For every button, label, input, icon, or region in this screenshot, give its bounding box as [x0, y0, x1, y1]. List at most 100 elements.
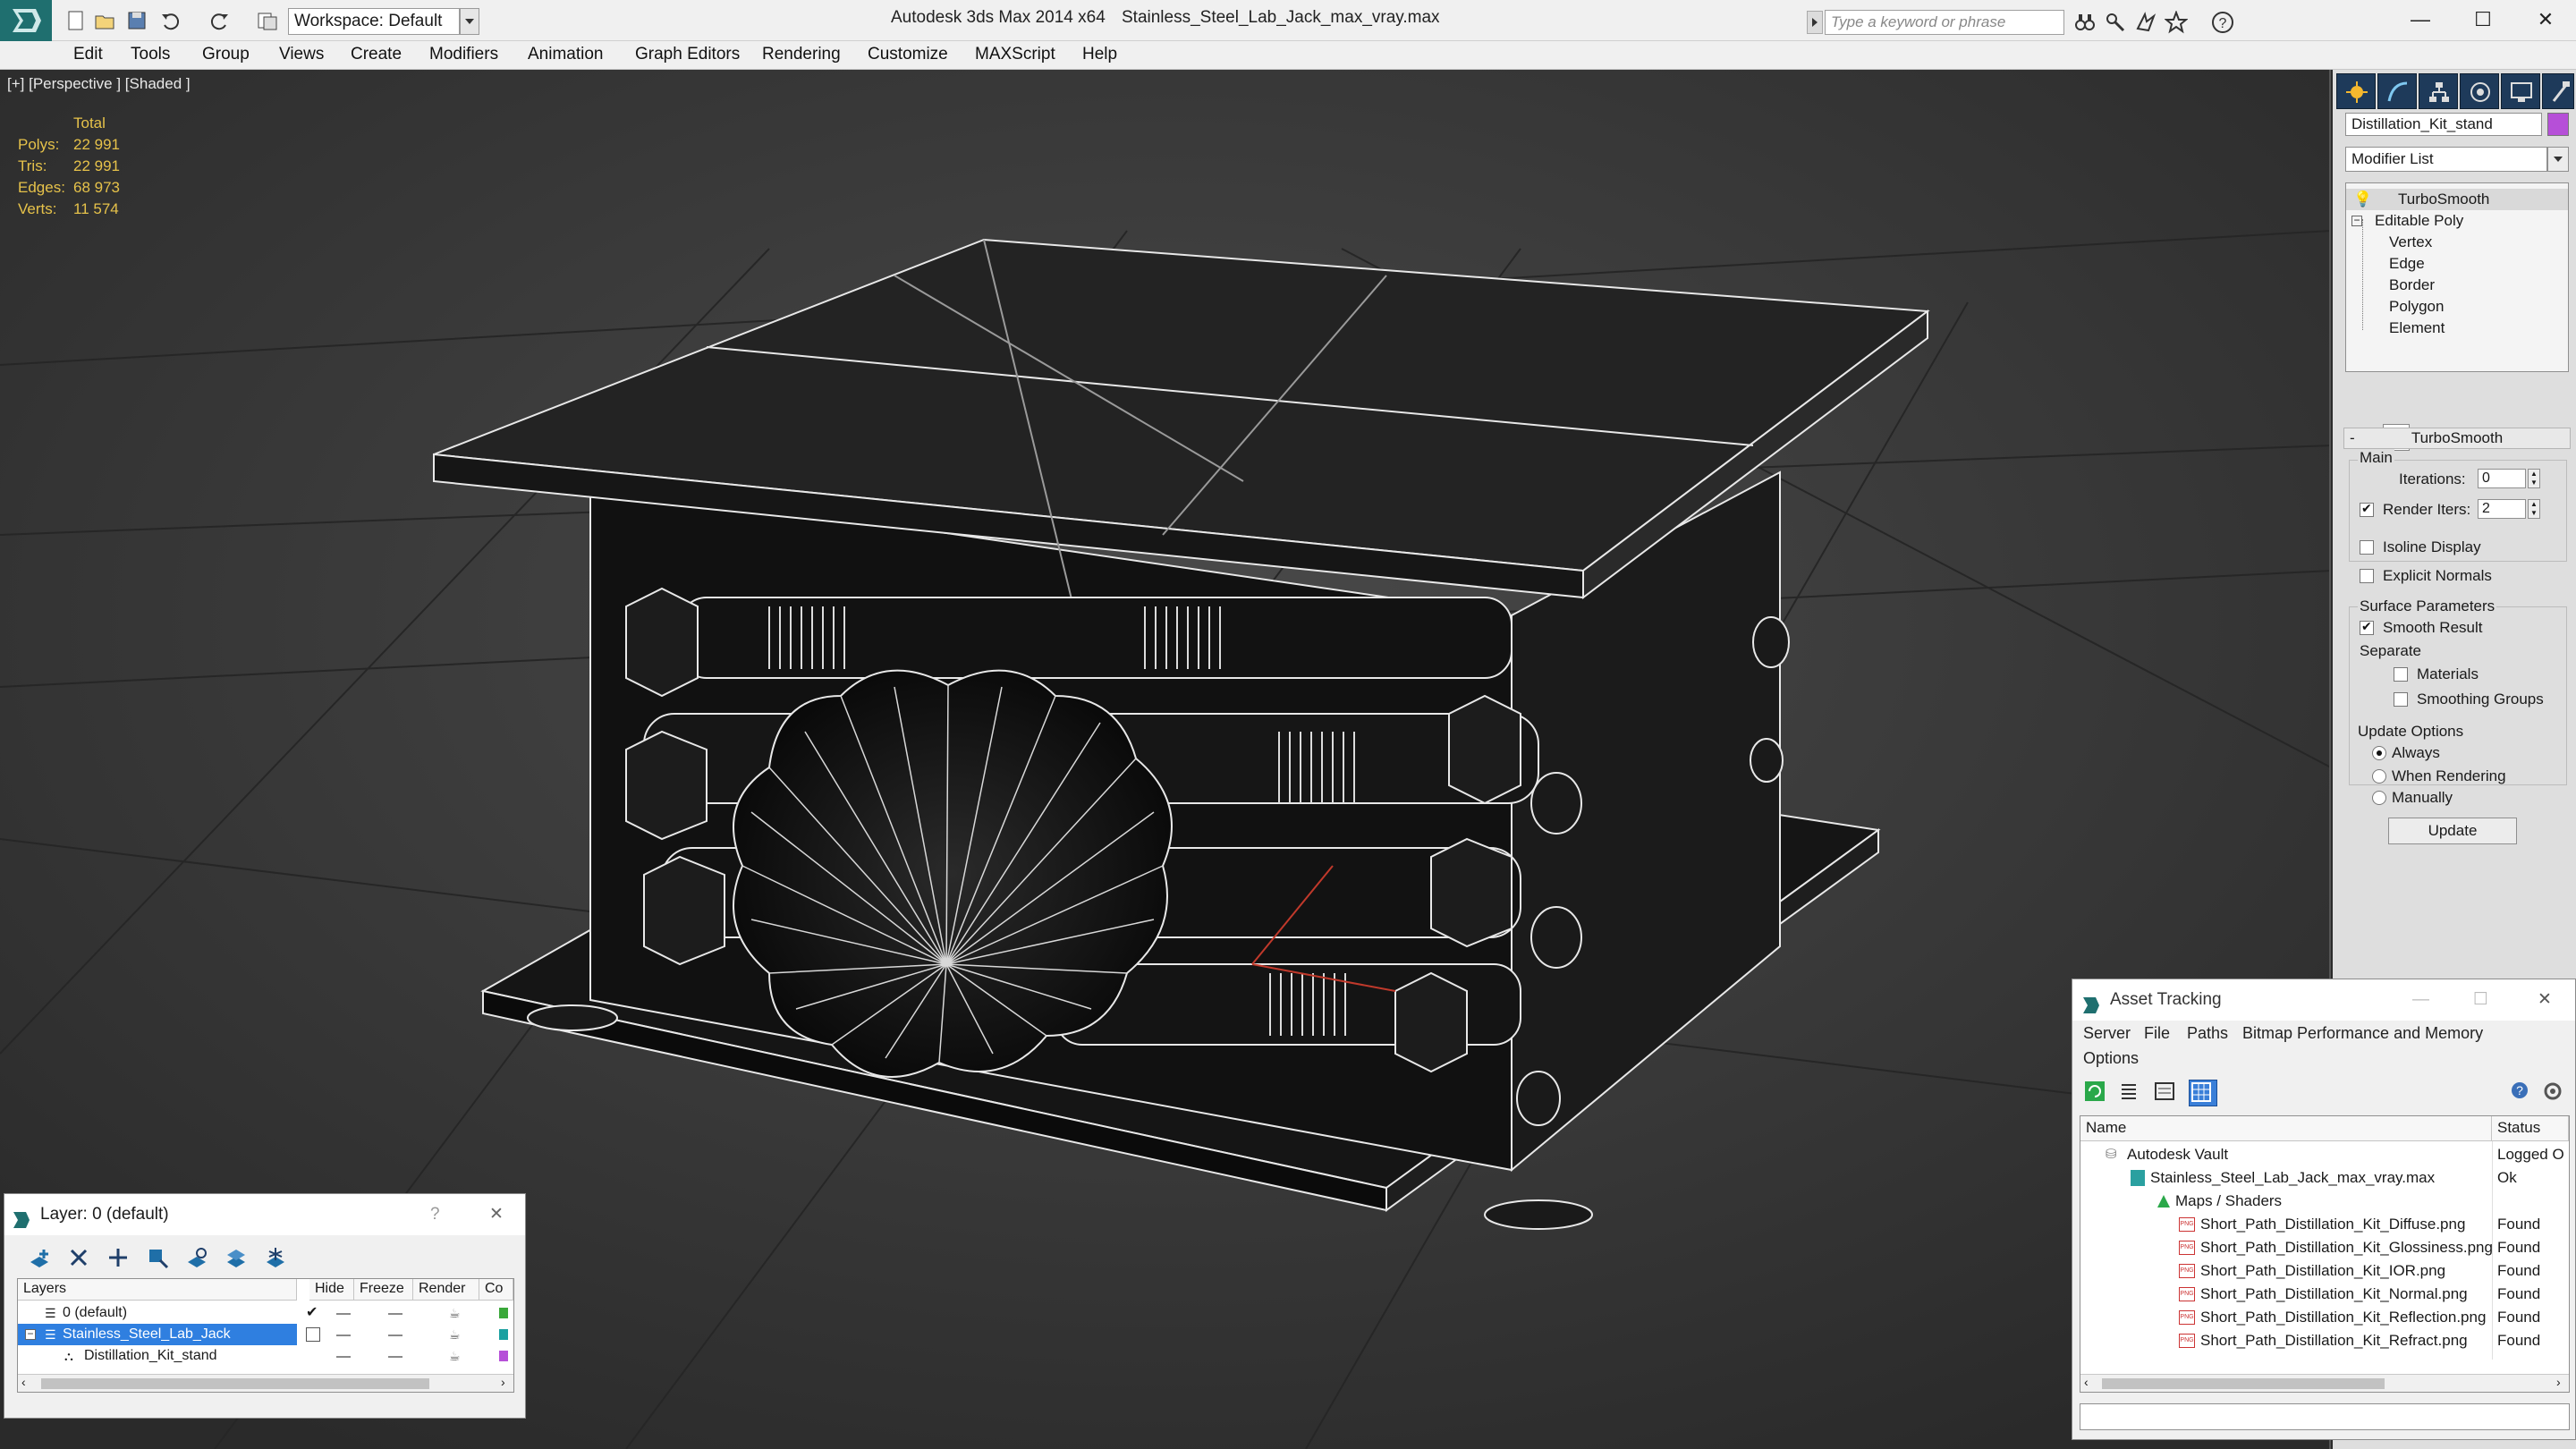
maximize-button[interactable]: ☐	[2473, 979, 2488, 1021]
render-column-header[interactable]: Render	[413, 1279, 479, 1301]
status-column-header[interactable]: Status	[2492, 1116, 2569, 1141]
menu-rendering[interactable]: Rendering	[762, 45, 841, 64]
undo-icon[interactable]	[159, 9, 182, 32]
stack-item-editable-poly[interactable]: − Editable Poly	[2346, 210, 2568, 232]
tree-view-icon[interactable]	[2153, 1080, 2182, 1106]
freeze-toggle[interactable]	[388, 1356, 402, 1358]
redo-icon[interactable]	[208, 9, 231, 32]
minimize-button[interactable]: —	[2402, 5, 2438, 34]
menu-group[interactable]: Group	[202, 45, 250, 64]
menu-paths[interactable]: Paths	[2187, 1024, 2228, 1043]
when-rendering-radio[interactable]	[2372, 769, 2386, 784]
settings-icon[interactable]	[2541, 1080, 2570, 1106]
close-button[interactable]: ✕	[2528, 5, 2563, 34]
utilities-tab[interactable]	[2542, 73, 2574, 109]
list-view-icon[interactable]	[2117, 1080, 2146, 1106]
add-to-layer-icon[interactable]	[105, 1244, 133, 1271]
search-expand-icon[interactable]	[1807, 11, 1823, 34]
always-radio[interactable]	[2372, 746, 2386, 760]
refresh-icon[interactable]	[2083, 1080, 2112, 1106]
render-teapot-icon[interactable]: ☕	[449, 1302, 461, 1324]
collapse-minus-icon[interactable]: −	[2351, 215, 2362, 226]
hide-toggle[interactable]	[336, 1356, 351, 1358]
materials-checkbox[interactable]	[2394, 667, 2408, 682]
render-teapot-icon[interactable]: ☕	[449, 1345, 461, 1367]
asset-row[interactable]: ⛁ Autodesk Vault Logged O	[2080, 1143, 2569, 1166]
minimize-button[interactable]: —	[2412, 979, 2429, 1021]
spinner-arrows-icon[interactable]: ▲ ▼	[2528, 499, 2540, 519]
menu-file[interactable]: File	[2144, 1024, 2170, 1043]
asset-row[interactable]: Stainless_Steel_Lab_Jack_max_vray.max Ok	[2080, 1166, 2569, 1190]
menu-create[interactable]: Create	[351, 45, 402, 64]
scrollbar-thumb[interactable]	[2102, 1378, 2385, 1389]
menu-modifiers[interactable]: Modifiers	[429, 45, 498, 64]
motion-tab[interactable]	[2460, 73, 2499, 109]
asset-path-field[interactable]	[2080, 1403, 2570, 1430]
asset-row[interactable]: PNG Short_Path_Distillation_Kit_IOR.png …	[2080, 1259, 2569, 1283]
scroll-right-icon[interactable]: ›	[501, 1375, 505, 1389]
favorites-star-icon[interactable]	[2164, 10, 2189, 34]
menu-animation[interactable]: Animation	[528, 45, 604, 64]
freeze-unfreeze-icon[interactable]	[262, 1244, 291, 1271]
layer-row[interactable]: − ☰ Stainless_Steel_Lab_Jack ☕	[18, 1324, 513, 1345]
render-iters-checkbox[interactable]	[2360, 501, 2374, 517]
lightbulb-icon[interactable]: 💡	[2353, 189, 2372, 210]
object-name-field[interactable]: Distillation_Kit_stand	[2345, 113, 2542, 136]
horizontal-scrollbar[interactable]: ‹ ›	[18, 1374, 513, 1392]
hide-toggle[interactable]	[336, 1313, 351, 1315]
modify-tab[interactable]	[2377, 73, 2417, 109]
open-file-icon[interactable]	[93, 9, 116, 32]
layer-dialog-title-bar[interactable]: Layer: 0 (default) ? ✕	[4, 1194, 525, 1235]
delete-layer-icon[interactable]	[65, 1244, 94, 1271]
menu-options[interactable]: Options	[2083, 1049, 2139, 1068]
display-tab[interactable]	[2501, 73, 2540, 109]
close-button[interactable]: ✕	[489, 1194, 504, 1235]
scroll-right-icon[interactable]: ›	[2556, 1375, 2561, 1389]
hide-unhide-icon[interactable]	[223, 1244, 251, 1271]
asset-row[interactable]: PNG Short_Path_Distillation_Kit_Refract.…	[2080, 1329, 2569, 1352]
menu-graph-editors[interactable]: Graph Editors	[635, 45, 740, 64]
stack-item-polygon[interactable]: Polygon	[2346, 296, 2568, 318]
search-input[interactable]: Type a keyword or phrase	[1825, 10, 2064, 35]
freeze-toggle[interactable]	[388, 1335, 402, 1336]
stack-item-border[interactable]: Border	[2346, 275, 2568, 296]
save-file-icon[interactable]	[125, 9, 148, 32]
create-layer-icon[interactable]	[26, 1244, 55, 1271]
workspace-dropdown[interactable]: Workspace: Default	[288, 8, 460, 35]
chevron-down-icon[interactable]	[460, 8, 479, 35]
table-view-icon[interactable]	[2189, 1080, 2217, 1106]
active-layer-check-icon[interactable]: ✔	[306, 1302, 318, 1324]
modifier-stack[interactable]: 💡 TurboSmooth − Editable Poly Vertex Edg…	[2345, 182, 2569, 372]
hierarchy-tab[interactable]	[2419, 73, 2458, 109]
menu-customize[interactable]: Customize	[868, 45, 948, 64]
iterations-spinner[interactable]: 0	[2478, 469, 2526, 488]
asset-dialog-title-bar[interactable]: Asset Tracking — ☐ ✕	[2072, 979, 2575, 1021]
spinner-arrows-icon[interactable]: ▲ ▼	[2528, 469, 2540, 488]
render-iters-spinner[interactable]: 2	[2478, 499, 2526, 519]
close-button[interactable]: ✕	[2538, 979, 2552, 1021]
stack-item-element[interactable]: Element	[2346, 318, 2568, 339]
render-teapot-icon[interactable]: ☕	[449, 1324, 461, 1345]
help-button[interactable]: ?	[430, 1194, 440, 1235]
freeze-column-header[interactable]: Freeze	[354, 1279, 413, 1301]
layer-color-swatch[interactable]	[499, 1351, 508, 1361]
manually-radio[interactable]	[2372, 791, 2386, 805]
collapse-minus-icon[interactable]: −	[25, 1328, 36, 1340]
menu-maxscript[interactable]: MAXScript	[975, 45, 1055, 64]
asset-row[interactable]: PNG Short_Path_Distillation_Kit_Normal.p…	[2080, 1283, 2569, 1306]
layer-color-swatch[interactable]	[499, 1329, 508, 1340]
new-file-icon[interactable]	[64, 9, 88, 32]
app-menu-button[interactable]	[0, 0, 52, 41]
scroll-left-icon[interactable]: ‹	[2084, 1375, 2089, 1389]
help-icon[interactable]: ?	[2509, 1080, 2538, 1106]
select-objects-icon[interactable]	[144, 1244, 173, 1271]
object-color-swatch[interactable]	[2547, 113, 2569, 136]
asset-row[interactable]: PNG Short_Path_Distillation_Kit_Glossine…	[2080, 1236, 2569, 1259]
hide-column-header[interactable]: Hide	[309, 1279, 354, 1301]
smoothing-groups-checkbox[interactable]	[2394, 692, 2408, 707]
layer-row[interactable]: ⛬ Distillation_Kit_stand ☕	[18, 1345, 513, 1367]
menu-help[interactable]: Help	[1082, 45, 1117, 64]
project-folder-icon[interactable]	[256, 9, 279, 32]
maximize-button[interactable]: ☐	[2465, 5, 2501, 34]
subscription-key-icon[interactable]	[2104, 11, 2127, 34]
